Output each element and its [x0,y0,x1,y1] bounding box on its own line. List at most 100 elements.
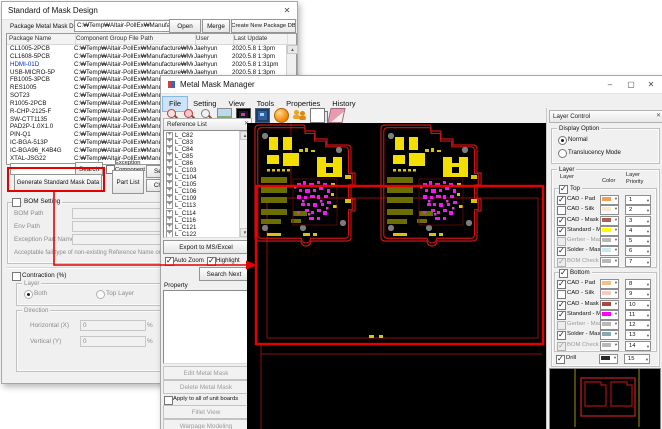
generate-standard-mask-data-button[interactable]: Generate Standard Mask Data [14,174,102,191]
bottom-group-checkbox[interactable] [559,269,568,278]
warpage-modeling-button[interactable]: Warpage Modeling [163,419,249,429]
close-icon[interactable]: ✕ [656,111,661,122]
reference-item[interactable]: +L_C116 [164,217,240,224]
layer-row: CAD - Mask▼10▼ [555,299,656,309]
reference-item-label: L_C103 [175,167,196,174]
layer-color-swatch [602,332,611,336]
reference-item[interactable]: +L_C121 [164,224,240,231]
auto-zoom-checkbox[interactable] [165,257,174,266]
horizontal-input[interactable]: 0 [80,320,146,331]
layer-control-panel: Layer Control ✕ Display Option Normal Tr… [546,108,662,429]
col-user[interactable]: User [194,34,234,44]
expand-plus-icon[interactable]: + [166,195,173,202]
reference-item[interactable]: +L_C86 [164,160,240,167]
minimize-icon[interactable]: – [602,78,618,91]
col-priority-label-2: Priority [626,179,643,185]
reference-item[interactable]: +L_C105 [164,181,240,188]
merge-button[interactable]: Merge [202,19,230,33]
delete-metal-mask-button[interactable]: Delete Metal Mask [163,380,249,394]
copy-report-icon[interactable] [310,108,325,123]
fillet-view-button[interactable]: Fillet View [163,405,249,419]
expand-plus-icon[interactable]: + [166,224,173,231]
layer-color-swatch [602,207,611,211]
layer-color-dropdown[interactable]: ▼ [600,341,619,351]
scroll-up-icon[interactable]: ▲ [287,45,298,54]
edit-metal-mask-button[interactable]: Edit Metal Mask [163,366,249,380]
contraction-checkbox[interactable] [12,272,21,281]
reference-item[interactable]: +L_C85 [164,153,240,160]
create-new-package-db-button[interactable]: Create New Package DB [231,19,296,33]
package-row[interactable]: HDMI-01DC:₩Temp₩Altair-PollEx₩Manufactur… [7,61,287,69]
reference-item[interactable]: +L_C83 [164,139,240,146]
expand-plus-icon[interactable]: + [166,202,173,209]
vertical-input[interactable]: 0 [80,336,146,347]
layer-visibility-checkbox[interactable] [557,258,566,267]
layer-label: BOM Check [567,342,599,348]
pcb-canvas[interactable] [247,123,546,429]
radio-top-layer[interactable] [96,290,105,299]
col-package-name[interactable]: Package Name [7,34,76,44]
board-color-view-icon[interactable] [255,108,270,123]
close-icon[interactable]: ✕ [643,78,659,91]
layer-priority-dropdown[interactable]: 14▼ [625,341,651,351]
reference-item-label: L_C113 [175,202,196,209]
export-excel-button[interactable]: Export to MS/Excel [163,240,249,254]
highlight-checkbox[interactable] [207,257,216,266]
top-group-checkbox[interactable] [559,185,568,194]
reference-item[interactable]: +L_C122 [164,231,240,238]
reference-item-label: L_C121 [175,224,196,231]
db-path-field[interactable]: C:₩Temp₩Altair-PollEx₩Manufacture₩Me [74,20,170,32]
reference-item[interactable]: +L_C106 [164,188,240,195]
expand-plus-icon[interactable]: + [166,153,173,160]
overview-thumbnail[interactable] [549,368,661,429]
layer-group-title: Layer [22,280,41,287]
expand-plus-icon[interactable]: + [166,188,173,195]
col-file-path[interactable]: Component Group File Path [74,34,196,44]
property-box[interactable] [163,290,249,364]
expand-plus-icon[interactable]: + [166,132,173,139]
expand-plus-icon[interactable]: + [166,210,173,217]
expand-plus-icon[interactable]: + [166,160,173,167]
layer-priority-dropdown[interactable]: 15▼ [624,354,650,364]
expand-plus-icon[interactable]: + [166,181,173,188]
reference-item[interactable]: +L_C84 [164,146,240,153]
manager-titlebar[interactable]: Metal Mask Manager – ▢ ✕ [161,76,662,94]
sphere-view-icon[interactable] [274,108,289,123]
reference-item[interactable]: +L_C114 [164,210,240,217]
radio-normal[interactable] [558,136,567,145]
reference-item[interactable]: +L_C104 [164,174,240,181]
layer-color-dropdown[interactable]: ▼ [599,354,618,364]
search-next-button[interactable]: Search Next [199,267,249,281]
layer-visibility-checkbox[interactable] [557,342,566,351]
expand-plus-icon[interactable]: + [166,217,173,224]
expand-plus-icon[interactable]: + [166,167,173,174]
maximize-icon[interactable]: ▢ [623,78,639,91]
col-last-update[interactable]: Last Update [232,34,288,44]
open-button[interactable]: Open [169,19,201,33]
layer-color-dropdown[interactable]: ▼ [600,257,619,267]
layer-priority-dropdown[interactable]: 7▼ [625,257,651,267]
close-icon[interactable]: ✕ [279,4,295,17]
bom-setting-checkbox[interactable] [12,198,21,207]
expand-plus-icon[interactable]: + [166,174,173,181]
layer-control-header: Layer Control ✕ [549,110,662,123]
reference-item[interactable]: +L_C109 [164,195,240,202]
reference-item[interactable]: +L_C103 [164,167,240,174]
radio-both[interactable] [24,290,33,299]
part-list-button[interactable]: Part List [112,170,144,194]
package-row[interactable]: CL1005-2PCBC:₩Temp₩Altair-PollEx₩Manufac… [7,45,287,53]
reference-item[interactable]: +L_C82 [164,132,240,139]
layer-color-swatch [602,291,611,295]
package-name-cell: PAD2P-1.0X1.0 [10,123,74,131]
eraser-icon[interactable] [327,108,345,123]
radio-translucency[interactable] [558,149,567,158]
layer-visibility-checkbox[interactable] [556,355,565,364]
dialog-titlebar[interactable]: Standard of Mask Design ✕ [2,2,297,20]
apply-all-checkbox[interactable] [164,396,173,405]
expand-plus-icon[interactable]: + [166,231,173,238]
package-row[interactable]: CL1608-5PCBC:₩Temp₩Altair-PollEx₩Manufac… [7,53,287,61]
component-group-icon[interactable] [293,108,306,121]
expand-plus-icon[interactable]: + [166,146,173,153]
reference-item[interactable]: +L_C113 [164,202,240,209]
expand-plus-icon[interactable]: + [166,139,173,146]
